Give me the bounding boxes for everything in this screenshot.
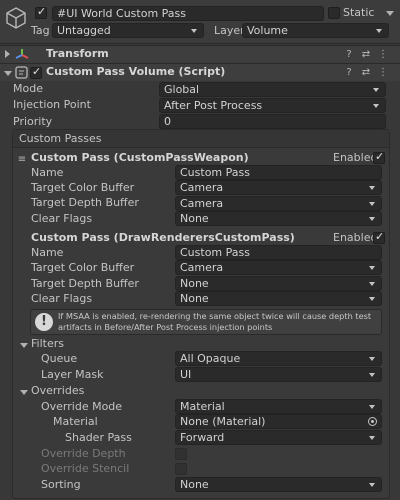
info-text: If MSAA is enabled, re-rendering the sam…	[58, 311, 380, 333]
layer-label: Layer	[214, 24, 245, 37]
static-checkbox[interactable]	[328, 7, 340, 19]
tag-label: Tag	[31, 24, 50, 37]
overrides-label[interactable]: Overrides	[31, 384, 84, 398]
pass2-name-label: Name	[31, 246, 64, 259]
pass1-name-label: Name	[31, 166, 64, 179]
mode-label: Mode	[13, 82, 43, 95]
pass2-color-buffer-label: Target Color Buffer	[31, 261, 135, 274]
pass1-color-buffer-dropdown[interactable]: Camera	[175, 180, 382, 195]
gameobject-header: #UI World Custom Pass Static Tag Untagge…	[0, 0, 400, 44]
layer-dropdown[interactable]: Volume	[242, 23, 389, 38]
pass1-title: Custom Pass (CustomPassWeapon)	[31, 151, 249, 164]
pass2-depth-buffer-label: Target Depth Buffer	[31, 277, 139, 290]
cube-icon	[4, 6, 28, 30]
shader-pass-dropdown[interactable]: Forward	[175, 430, 382, 445]
help-icon[interactable]: ?	[344, 50, 354, 60]
custom-passes-label: Custom Passes	[19, 132, 102, 145]
preset-icon[interactable]: ⇄	[361, 68, 371, 78]
script-icon	[15, 66, 28, 79]
component-header[interactable]: Custom Pass Volume (Script) ? ⇄ ⋮	[0, 63, 400, 81]
pass1-color-buffer-label: Target Color Buffer	[31, 181, 135, 194]
injection-point-label: Injection Point	[13, 98, 91, 111]
info-icon: !	[35, 313, 53, 331]
priority-label: Priority	[13, 115, 53, 128]
sorting-dropdown[interactable]: None	[175, 477, 382, 492]
pass1-enabled-label: Enabled	[333, 151, 378, 164]
info-line-1: If MSAA is enabled, re-rendering the sam…	[58, 311, 372, 321]
active-toggle[interactable]	[35, 5, 47, 19]
overrides-foldout-icon[interactable]	[20, 390, 28, 395]
pass2-clear-flags-label: Clear Flags	[31, 292, 93, 305]
drag-handle-icon[interactable]: ≡	[17, 155, 27, 165]
pass2-clear-flags-dropdown[interactable]: None	[175, 291, 382, 306]
transform-header[interactable]: Transform ? ⇄ ⋮	[0, 45, 400, 63]
info-line-2: artifacts in Before/After Post Process i…	[58, 322, 273, 332]
object-name-field[interactable]: #UI World Custom Pass	[52, 6, 324, 21]
help-icon[interactable]: ?	[344, 68, 354, 78]
material-object-field[interactable]: None (Material)	[175, 414, 382, 429]
injection-point-dropdown[interactable]: After Post Process	[159, 98, 386, 113]
queue-label: Queue	[41, 352, 78, 365]
pass1-clear-flags-dropdown[interactable]: None	[175, 211, 382, 226]
pass1-name-field[interactable]: Custom Pass	[175, 165, 382, 180]
sorting-label: Sorting	[41, 478, 81, 491]
shader-pass-label: Shader Pass	[65, 431, 132, 444]
transform-icon	[15, 48, 29, 62]
kebab-menu-icon[interactable]: ⋮	[378, 50, 388, 60]
layer-mask-dropdown[interactable]: UI	[175, 367, 382, 382]
override-stencil-label: Override Stencil	[41, 462, 130, 475]
material-label: Material	[53, 415, 98, 428]
component-enabled-toggle[interactable]	[30, 65, 42, 79]
override-depth-label: Override Depth	[41, 447, 126, 460]
pass2-enabled-label: Enabled	[333, 231, 378, 244]
expand-arrow-icon[interactable]	[4, 71, 12, 76]
static-dropdown-icon[interactable]	[386, 11, 394, 16]
transform-title: Transform	[46, 47, 109, 60]
kebab-menu-icon[interactable]: ⋮	[378, 68, 388, 78]
override-stencil-checkbox[interactable]	[175, 463, 187, 475]
pass2-depth-buffer-dropdown[interactable]: None	[175, 276, 382, 291]
static-label: Static	[343, 6, 375, 19]
component-title: Custom Pass Volume (Script)	[46, 65, 226, 78]
filters-foldout-icon[interactable]	[20, 343, 28, 348]
filters-label[interactable]: Filters	[31, 337, 64, 351]
pass1-depth-buffer-dropdown[interactable]: Camera	[175, 196, 382, 211]
layer-mask-label: Layer Mask	[41, 368, 104, 381]
mode-dropdown[interactable]: Global	[159, 82, 386, 97]
priority-field[interactable]: 0	[159, 114, 386, 129]
pass2-color-buffer-dropdown[interactable]: Camera	[175, 260, 382, 275]
override-mode-dropdown[interactable]: Material	[175, 399, 382, 414]
override-mode-label: Override Mode	[41, 400, 123, 413]
tag-dropdown[interactable]: Untagged	[52, 23, 204, 38]
override-depth-checkbox[interactable]	[175, 448, 187, 460]
msaa-info-box: ! If MSAA is enabled, re-rendering the s…	[30, 309, 382, 335]
pass2-title: Custom Pass (DrawRenderersCustomPass)	[31, 231, 295, 244]
preset-icon[interactable]: ⇄	[361, 50, 371, 60]
pass1-depth-buffer-label: Target Depth Buffer	[31, 196, 139, 209]
pass1-enabled-checkbox[interactable]	[373, 150, 385, 164]
queue-dropdown[interactable]: All Opaque	[175, 351, 382, 366]
pass2-name-field[interactable]: Custom Pass	[175, 245, 382, 260]
pass1-clear-flags-label: Clear Flags	[31, 212, 93, 225]
collapse-arrow-icon[interactable]	[5, 50, 10, 58]
object-picker-icon[interactable]	[368, 417, 377, 426]
pass2-enabled-checkbox[interactable]	[373, 230, 385, 244]
